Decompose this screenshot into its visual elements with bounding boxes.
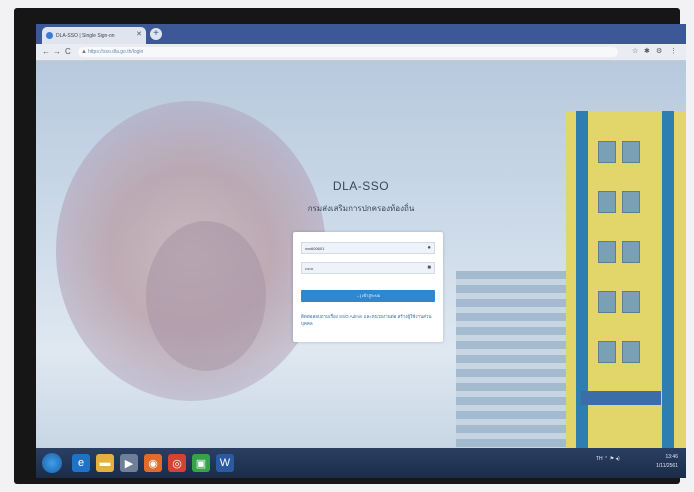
url-input[interactable]: ▲ https://sso.dla.go.th/login bbox=[78, 47, 618, 57]
browser-tab[interactable]: DLA-SSO | Single Sign-on ✕ bbox=[42, 27, 146, 44]
login-page: DLA-SSO กรมส่งเสริมการปกครองท้องถิ่น xxx… bbox=[36, 61, 686, 448]
user-icon: ● bbox=[427, 245, 431, 251]
login-button[interactable]: →] เข้าสู่ระบบ bbox=[301, 290, 435, 302]
word-icon[interactable]: W bbox=[216, 454, 234, 472]
browser-tab-bar: DLA-SSO | Single Sign-on ✕ + bbox=[36, 24, 686, 44]
background-building-left bbox=[456, 271, 576, 448]
page-title: DLA-SSO bbox=[332, 179, 390, 193]
chrome-icon[interactable]: ◎ bbox=[168, 454, 186, 472]
favicon-icon bbox=[46, 32, 53, 39]
building-sign bbox=[581, 391, 661, 405]
reload-button[interactable]: C bbox=[65, 47, 71, 56]
clock[interactable]: 13:46 1/11/2561 bbox=[656, 453, 678, 471]
clock-time: 13:46 bbox=[665, 454, 678, 460]
building-window bbox=[598, 241, 616, 263]
firefox-icon[interactable]: ◉ bbox=[144, 454, 162, 472]
building-window bbox=[622, 141, 640, 163]
lock-icon: ■ bbox=[427, 265, 431, 271]
system-tray[interactable]: TH ⌃ ⚑ ◂) bbox=[596, 456, 620, 462]
building-window bbox=[622, 341, 640, 363]
taskbar: e ▬ ▶ ◉ ◎ ▣ W TH ⌃ ⚑ ◂) 13:46 1/11/2561 bbox=[36, 448, 686, 478]
folder-icon[interactable]: ▬ bbox=[96, 454, 114, 472]
seal-emblem bbox=[146, 221, 266, 371]
building-window bbox=[598, 341, 616, 363]
settings-icon[interactable]: ⚙ bbox=[656, 47, 662, 55]
username-value: xxx600601 bbox=[305, 246, 325, 251]
tab-title: DLA-SSO | Single Sign-on bbox=[56, 32, 115, 39]
building-pillar bbox=[662, 111, 674, 448]
department-seal-watermark bbox=[56, 101, 326, 401]
building-window bbox=[598, 141, 616, 163]
ie-icon[interactable]: e bbox=[72, 454, 90, 472]
login-card: xxx600601 ● •••••• ■ →] เข้าสู่ระบบ ติดต… bbox=[293, 232, 443, 342]
username-field[interactable]: xxx600601 ● bbox=[301, 242, 435, 254]
star-icon[interactable]: ☆ bbox=[632, 47, 638, 55]
monitor-frame: DLA-SSO | Single Sign-on ✕ + ← → C ▲ htt… bbox=[14, 8, 686, 484]
address-bar: ← → C ▲ https://sso.dla.go.th/login ☆ ✱ … bbox=[36, 44, 686, 61]
help-link[interactable]: ติดต่อสอบถามเรื่อง SSO Admin และหน่วยงาน… bbox=[301, 313, 435, 327]
menu-icon[interactable]: ⋮ bbox=[670, 47, 677, 55]
extension-icon[interactable]: ✱ bbox=[644, 47, 650, 55]
line-icon[interactable]: ▣ bbox=[192, 454, 210, 472]
secure-lock-icon: ▲ bbox=[81, 49, 87, 55]
forward-button[interactable]: → bbox=[53, 47, 61, 56]
password-field[interactable]: •••••• ■ bbox=[301, 262, 435, 274]
building-window bbox=[598, 291, 616, 313]
start-button[interactable] bbox=[42, 453, 62, 473]
page-subtitle: กรมส่งเสริมการปกครองท้องถิ่น bbox=[307, 204, 415, 213]
url-text: https://sso.dla.go.th/login bbox=[88, 49, 144, 55]
building-window bbox=[622, 241, 640, 263]
media-icon[interactable]: ▶ bbox=[120, 454, 138, 472]
clock-date: 1/11/2561 bbox=[656, 463, 678, 469]
password-value: •••••• bbox=[305, 266, 314, 271]
close-tab-icon[interactable]: ✕ bbox=[136, 30, 142, 38]
screen: DLA-SSO | Single Sign-on ✕ + ← → C ▲ htt… bbox=[36, 24, 686, 478]
back-button[interactable]: ← bbox=[42, 47, 50, 56]
new-tab-button[interactable]: + bbox=[150, 28, 162, 40]
building-window bbox=[622, 291, 640, 313]
